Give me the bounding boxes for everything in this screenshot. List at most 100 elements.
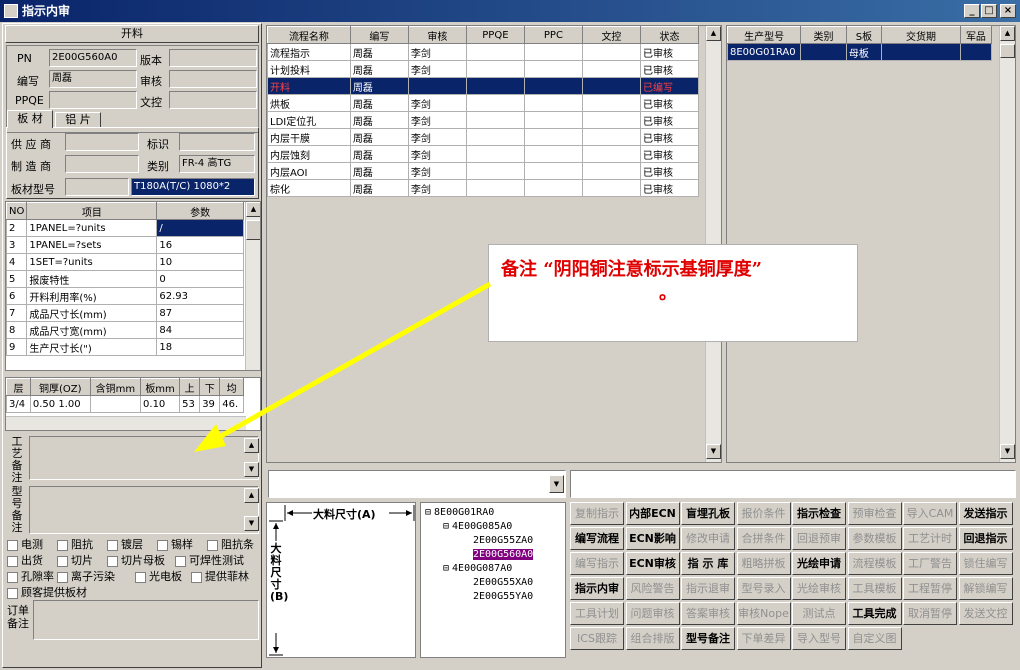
model-note-field[interactable] [29, 486, 259, 534]
model-row[interactable]: 8E00G01RA0 母板 [727, 43, 993, 61]
action-button[interactable]: 风险警告 [625, 577, 680, 600]
process-cell[interactable]: 棕化 [267, 179, 351, 197]
action-button[interactable]: 解锁编写 [958, 577, 1013, 600]
action-button[interactable]: 复制指示 [570, 502, 624, 525]
process-row[interactable]: 棕化 周磊 李剑 已审核 [267, 179, 700, 197]
param-cell[interactable]: / [156, 219, 244, 237]
process-row[interactable]: 内层AOI 周磊 李剑 已审核 [267, 162, 700, 180]
param-row[interactable]: 6 开料利用率(%) 62.93 [6, 287, 244, 305]
checkbox-item[interactable]: 提供菲林 [191, 568, 249, 584]
process-cell[interactable]: 已审核 [639, 43, 700, 61]
param-cell[interactable]: 0 [156, 270, 244, 288]
checkbox-box[interactable] [7, 587, 18, 599]
action-button[interactable]: 工厂警告 [903, 552, 957, 575]
process-cell[interactable]: 李剑 [407, 94, 467, 112]
scroll-up-icon[interactable]: ▲ [246, 202, 260, 217]
layer-cell[interactable]: 39 [199, 395, 221, 413]
param-cell[interactable]: 1PANEL=?units [26, 219, 158, 237]
checkbox-item[interactable]: 孔隙率 [7, 568, 54, 584]
model-scroll-thumb[interactable] [1000, 44, 1015, 58]
action-button[interactable]: 答案审核 [681, 602, 735, 625]
param-cell[interactable]: 9 [6, 338, 28, 356]
model-col-header[interactable]: S板 [845, 26, 883, 44]
param-cell[interactable]: 3 [6, 236, 28, 254]
checkbox-item[interactable]: 可焊性测试 [175, 552, 244, 568]
action-button[interactable]: 型号备注 [681, 627, 735, 650]
process-cell[interactable] [523, 43, 583, 61]
process-cell[interactable]: 李剑 [407, 60, 467, 78]
param-cell[interactable]: 1PANEL=?sets [26, 236, 158, 254]
layer-col-header[interactable]: 均 [219, 378, 244, 396]
doc-field[interactable] [169, 91, 257, 109]
tree-node[interactable]: 2E00G560A0 [473, 549, 534, 560]
tree-node-label[interactable]: 4E00G085A0 [452, 521, 512, 532]
mark-field[interactable] [179, 133, 255, 151]
checkbox-box[interactable] [157, 539, 168, 551]
action-button[interactable]: 工具计划 [570, 602, 624, 625]
process-cell[interactable]: 周磊 [349, 111, 409, 129]
action-button[interactable]: 发送指示 [958, 502, 1013, 525]
tree-node[interactable]: ⊟ 4E00G087A0 [443, 563, 512, 574]
maker-field[interactable] [65, 155, 139, 173]
col-no[interactable]: NO [6, 202, 28, 220]
param-cell[interactable]: 84 [156, 321, 244, 339]
checkbox-item[interactable]: 镀层 [107, 536, 143, 552]
model-col-header[interactable]: 生产型号 [727, 26, 802, 44]
bottom-text-field[interactable] [570, 470, 1016, 498]
process-cell[interactable] [465, 179, 525, 197]
tree-toggle-icon[interactable]: ⊟ [425, 507, 431, 518]
process-cell[interactable]: 计划投料 [267, 60, 351, 78]
layer-col-header[interactable]: 下 [199, 378, 221, 396]
param-row[interactable]: 4 1SET=?units 10 [6, 253, 244, 271]
action-button[interactable]: 参数模板 [847, 527, 902, 550]
checkbox-item[interactable]: 切片母板 [107, 552, 165, 568]
action-button[interactable]: 自定义图 [847, 627, 902, 650]
process-cell[interactable]: 内层蚀刻 [267, 145, 351, 163]
checkbox-item[interactable]: 阻抗条 [207, 536, 254, 552]
category-field[interactable]: FR-4 高TG [179, 155, 255, 173]
process-cell[interactable] [465, 60, 525, 78]
checkbox-item[interactable]: 锡样 [157, 536, 193, 552]
process-cell[interactable] [523, 128, 583, 146]
process-row[interactable]: 流程指示 周磊 李剑 已审核 [267, 43, 700, 61]
process-cell[interactable]: 已审核 [639, 162, 700, 180]
action-button[interactable]: ECN审核 [625, 552, 680, 575]
process-cell[interactable]: 开料 [267, 77, 351, 95]
param-cell[interactable]: 10 [156, 253, 244, 271]
process-cell[interactable]: 已审核 [639, 179, 700, 197]
process-cell[interactable]: 李剑 [407, 162, 467, 180]
param-cell[interactable]: 62.93 [156, 287, 244, 305]
process-col-header[interactable]: 状态 [639, 26, 700, 44]
model-scroll-up-icon[interactable]: ▲ [1000, 26, 1015, 41]
action-button[interactable]: 锁住编写 [958, 552, 1013, 575]
model-scroll-down-icon[interactable]: ▼ [1000, 444, 1015, 459]
action-button[interactable]: 导入型号 [792, 627, 846, 650]
process-cell[interactable] [465, 145, 525, 163]
action-button[interactable]: ICS跟踪 [570, 627, 624, 650]
process-col-header[interactable]: 文控 [581, 26, 641, 44]
checkbox-box[interactable] [107, 555, 118, 567]
layer-cell[interactable]: 3/4 [6, 395, 31, 413]
checkbox-item[interactable]: 切片 [57, 552, 93, 568]
action-button[interactable]: 合拼条件 [736, 527, 791, 550]
process-cell[interactable]: 周磊 [349, 77, 409, 95]
process-note-up-icon[interactable]: ▲ [244, 438, 259, 453]
version-field[interactable] [169, 49, 257, 67]
layer-cell[interactable]: 53 [179, 395, 201, 413]
tree-node-label[interactable]: 2E00G55XA0 [473, 577, 533, 588]
process-cell[interactable]: 周磊 [349, 128, 409, 146]
process-cell[interactable] [523, 77, 583, 95]
process-cell[interactable]: 周磊 [349, 60, 409, 78]
checkbox-item[interactable]: 光电板 [135, 568, 182, 584]
param-row[interactable]: 5 报废特性 0 [6, 270, 244, 288]
action-button[interactable]: 内部ECN [625, 502, 680, 525]
action-button[interactable]: 粗略拼板 [736, 552, 791, 575]
combo-dropdown-icon[interactable]: ▼ [549, 475, 564, 493]
process-cell[interactable]: 已审核 [639, 145, 700, 163]
layer-col-header[interactable]: 上 [179, 378, 201, 396]
process-col-header[interactable]: 审核 [407, 26, 467, 44]
supplier-field[interactable] [65, 133, 139, 151]
close-button[interactable]: × [1000, 4, 1016, 18]
process-cell[interactable] [581, 60, 641, 78]
process-scroll-up-icon[interactable]: ▲ [706, 26, 721, 41]
